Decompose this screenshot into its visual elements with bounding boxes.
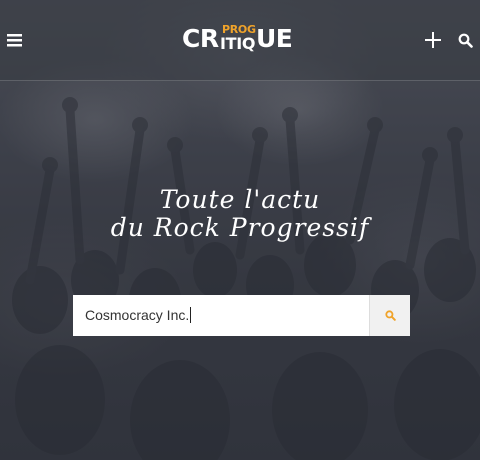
logo-text-itiq: ITIQ — [220, 34, 256, 53]
search-submit-button[interactable] — [369, 295, 410, 336]
search-input-text: Cosmocracy Inc. — [85, 307, 190, 323]
search-input-value: Cosmocracy Inc. — [85, 295, 192, 336]
header-search-button[interactable] — [458, 33, 473, 48]
menu-button[interactable] — [6, 30, 24, 50]
text-cursor — [190, 307, 192, 323]
search-form: Cosmocracy Inc. — [73, 295, 410, 336]
site-logo[interactable]: CR PROG ITIQ UE — [182, 24, 300, 56]
add-button[interactable] — [424, 31, 442, 49]
logo-text-ue: UE — [256, 24, 293, 53]
page: CR PROG ITIQ UE Toute l'actu du Rock Pro… — [0, 0, 480, 460]
site-header: CR PROG ITIQ UE — [0, 0, 480, 81]
logo-text-cr: CR — [182, 24, 219, 53]
search-icon — [385, 310, 396, 321]
hero-tagline-line2: du Rock Progressif — [110, 213, 370, 242]
search-input[interactable]: Cosmocracy Inc. — [73, 295, 369, 336]
plus-icon — [425, 32, 441, 48]
search-icon — [458, 33, 473, 48]
hamburger-menu-icon — [7, 34, 22, 47]
